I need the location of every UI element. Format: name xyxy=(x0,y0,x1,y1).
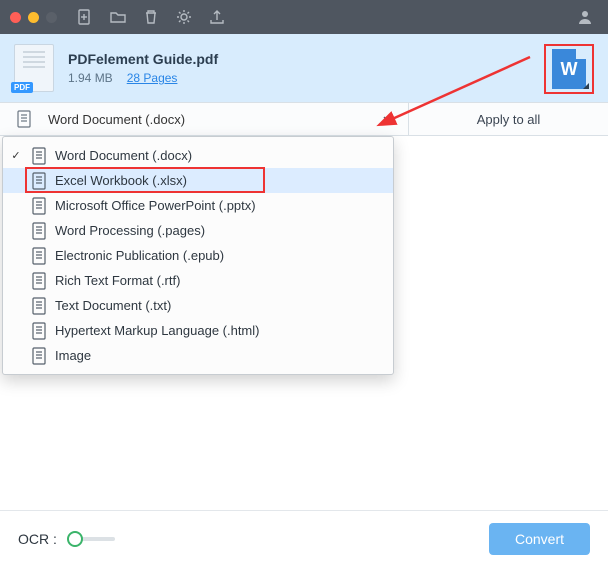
format-row-icon xyxy=(0,110,48,128)
format-row: Word Document (.docx) Apply to all xyxy=(0,102,608,136)
document-icon xyxy=(31,323,47,339)
document-icon xyxy=(31,198,47,214)
document-icon xyxy=(31,223,47,239)
dropdown-item-label: Word Document (.docx) xyxy=(55,148,192,163)
dropdown-item[interactable]: Microsoft Office PowerPoint (.pptx) xyxy=(3,193,393,218)
target-format-icon[interactable]: W xyxy=(544,44,594,94)
export-icon[interactable] xyxy=(208,8,226,26)
titlebar xyxy=(0,0,608,34)
trash-icon[interactable] xyxy=(142,8,160,26)
dropdown-item-label: Rich Text Format (.rtf) xyxy=(55,273,180,288)
selected-format-label: Word Document (.docx) xyxy=(48,112,185,127)
expand-corner-icon xyxy=(583,83,589,89)
dropdown-item[interactable]: Text Document (.txt) xyxy=(3,293,393,318)
document-icon xyxy=(31,273,47,289)
file-info: PDFelement Guide.pdf 1.94 MB 28 Pages xyxy=(68,51,218,85)
apply-to-all-button[interactable]: Apply to all xyxy=(408,103,608,135)
page-count-link[interactable]: 28 Pages xyxy=(127,71,178,85)
folder-icon[interactable] xyxy=(109,8,127,26)
file-thumbnail: PDF xyxy=(14,44,54,92)
file-size: 1.94 MB xyxy=(68,71,113,85)
document-icon xyxy=(31,298,47,314)
close-window-button[interactable] xyxy=(10,12,21,23)
document-icon xyxy=(31,148,47,164)
dropdown-item[interactable]: Word Processing (.pages) xyxy=(3,218,393,243)
add-file-icon[interactable] xyxy=(76,8,94,26)
dropdown-item-label: Electronic Publication (.epub) xyxy=(55,248,224,263)
dropdown-item-label: Excel Workbook (.xlsx) xyxy=(55,173,187,188)
dropdown-item[interactable]: Excel Workbook (.xlsx) xyxy=(3,168,393,193)
apply-to-all-label: Apply to all xyxy=(477,112,541,127)
dropdown-item[interactable]: Hypertext Markup Language (.html) xyxy=(3,318,393,343)
word-icon-letter: W xyxy=(561,59,578,80)
convert-button[interactable]: Convert xyxy=(489,523,590,555)
document-icon xyxy=(31,348,47,364)
format-dropdown: ✓ Word Document (.docx) Excel Workbook (.x… xyxy=(2,136,394,375)
dropdown-item-label: Microsoft Office PowerPoint (.pptx) xyxy=(55,198,256,213)
chevron-down-icon[interactable] xyxy=(368,113,408,125)
gear-icon[interactable] xyxy=(175,8,193,26)
format-dropdown-trigger[interactable]: Word Document (.docx) xyxy=(48,112,368,127)
account-icon[interactable] xyxy=(576,8,594,26)
pdf-badge: PDF xyxy=(11,82,33,93)
file-name: PDFelement Guide.pdf xyxy=(68,51,218,67)
dropdown-item[interactable]: Image xyxy=(3,343,393,368)
document-icon xyxy=(31,248,47,264)
window-controls xyxy=(10,12,57,23)
document-icon xyxy=(31,173,47,189)
word-icon: W xyxy=(552,49,586,89)
dropdown-item[interactable]: Rich Text Format (.rtf) xyxy=(3,268,393,293)
dropdown-item[interactable]: Electronic Publication (.epub) xyxy=(3,243,393,268)
dropdown-item-label: Hypertext Markup Language (.html) xyxy=(55,323,259,338)
check-icon: ✓ xyxy=(9,149,23,162)
document-icon xyxy=(16,110,32,128)
file-card: PDF PDFelement Guide.pdf 1.94 MB 28 Page… xyxy=(0,34,608,102)
dropdown-item-label: Word Processing (.pages) xyxy=(55,223,205,238)
ocr-toggle[interactable] xyxy=(67,530,115,548)
dropdown-item-label: Text Document (.txt) xyxy=(55,298,171,313)
bottom-bar: OCR : Convert xyxy=(0,510,608,566)
dropdown-item-label: Image xyxy=(55,348,91,363)
dropdown-item[interactable]: ✓ Word Document (.docx) xyxy=(3,143,393,168)
zoom-window-button[interactable] xyxy=(46,12,57,23)
ocr-label: OCR : xyxy=(18,531,57,547)
minimize-window-button[interactable] xyxy=(28,12,39,23)
